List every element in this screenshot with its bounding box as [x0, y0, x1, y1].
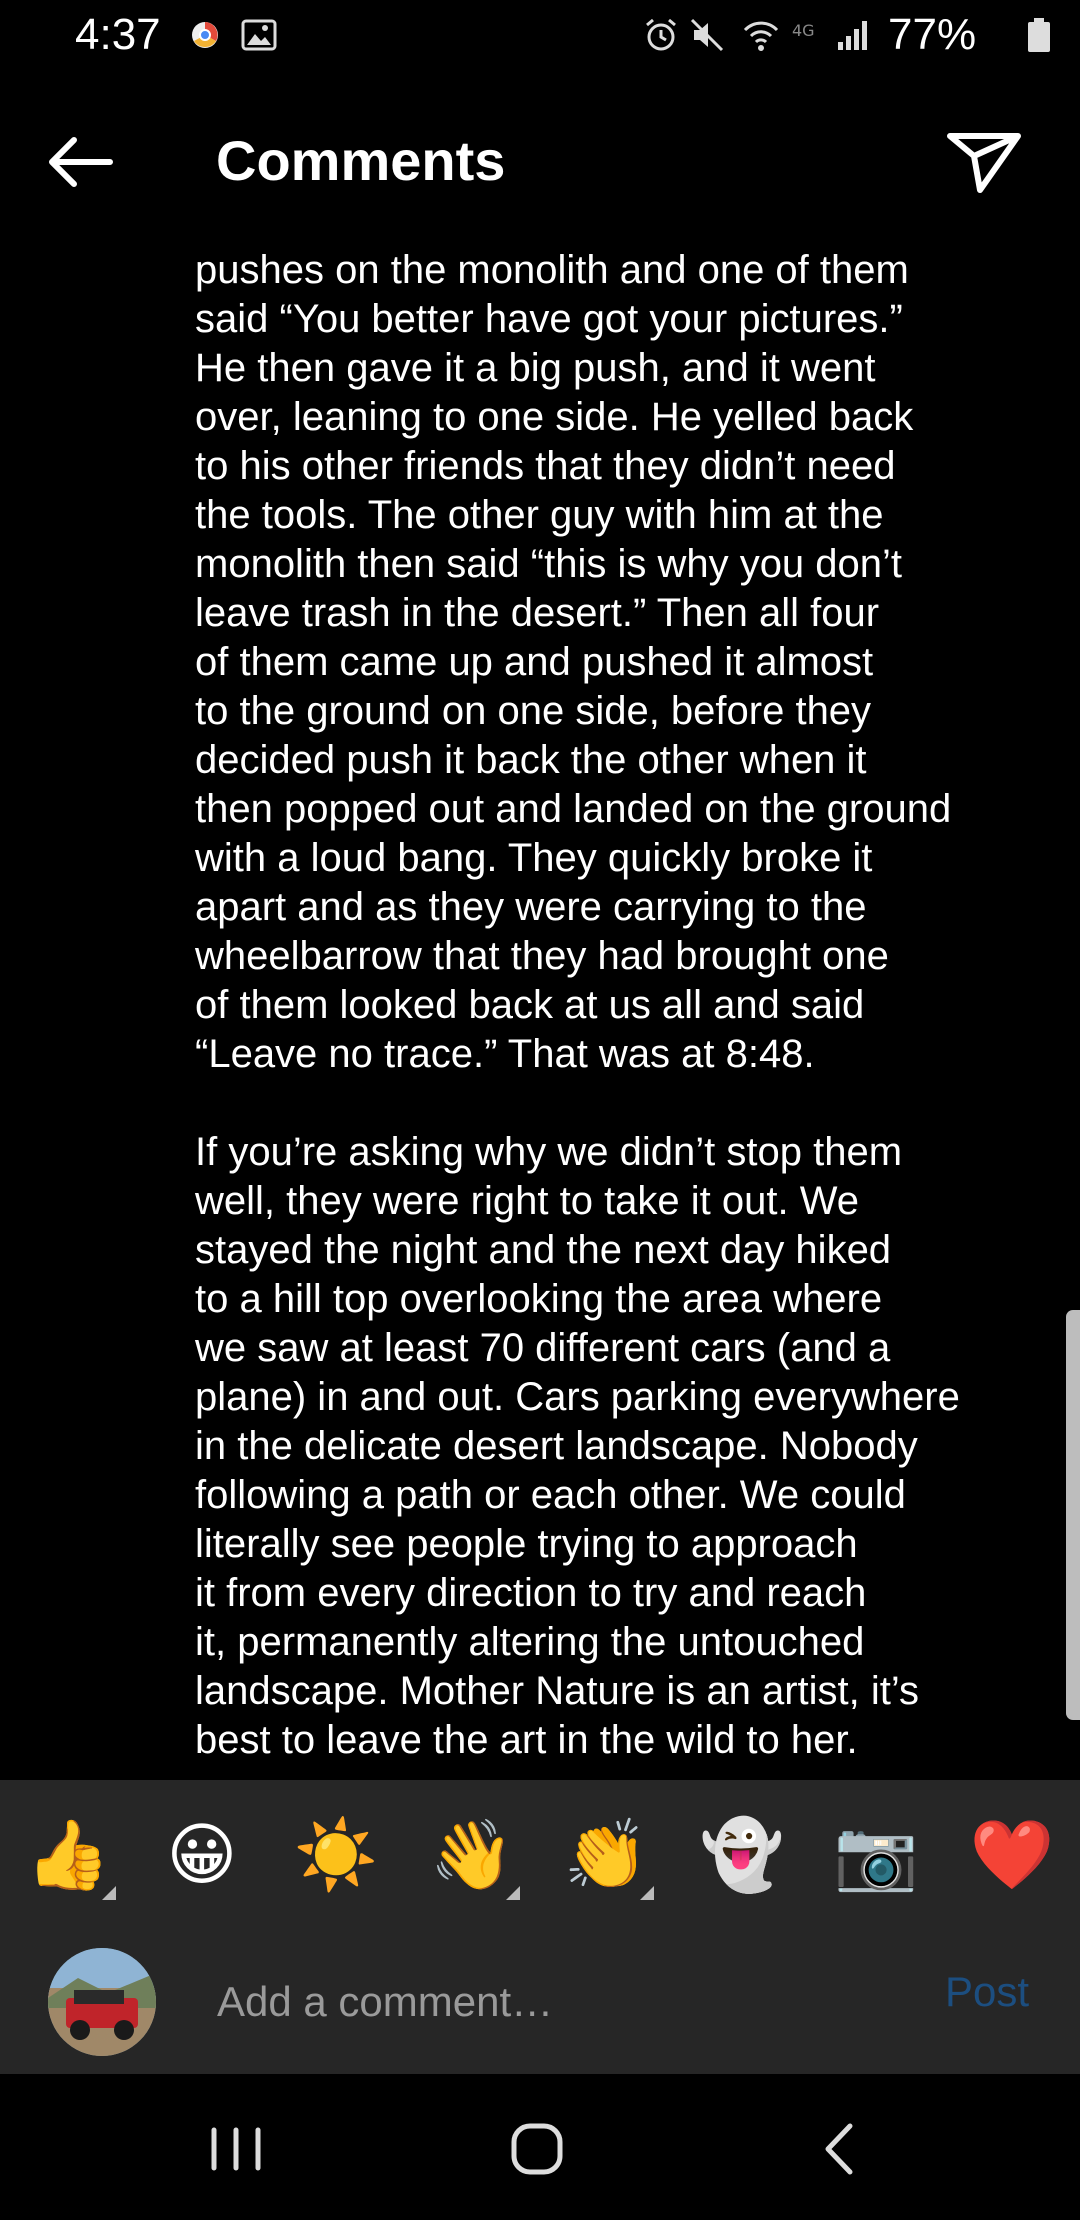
- thumbs-up-icon: 👍: [25, 1817, 111, 1893]
- back-arrow-icon[interactable]: [40, 132, 120, 192]
- camera-emoji-button[interactable]: 📷: [826, 1810, 926, 1900]
- post-button[interactable]: Post: [945, 1968, 1029, 2016]
- clapping-hands-icon: 👏: [563, 1817, 649, 1893]
- recent-apps-icon[interactable]: [196, 2114, 276, 2184]
- header: Comments: [0, 100, 1080, 230]
- sun-icon: ☀️: [293, 1817, 379, 1893]
- grinning-face-emoji-button[interactable]: 😀: [152, 1810, 252, 1900]
- sun-emoji-button[interactable]: ☀️: [286, 1810, 386, 1900]
- chrome-icon: [192, 22, 218, 48]
- back-icon[interactable]: [800, 2114, 880, 2184]
- waving-hand-icon: 👋: [429, 1817, 515, 1893]
- comment-paragraph: If you’re asking why we didn’t stop them…: [195, 1130, 960, 1762]
- thumbs-up-emoji-button[interactable]: 👍: [18, 1810, 118, 1900]
- waving-hand-emoji-button[interactable]: 👋: [422, 1810, 522, 1900]
- avatar-image: [48, 1948, 156, 2056]
- camera-icon: 📷: [833, 1817, 919, 1893]
- variants-indicator: [102, 1886, 116, 1900]
- comment-input[interactable]: [215, 1966, 919, 2038]
- clapping-hands-emoji-button[interactable]: 👏: [556, 1810, 656, 1900]
- battery-percentage: 77%: [888, 10, 977, 59]
- 4g-icon: 4G: [792, 21, 815, 40]
- add-comment-bar: Post: [0, 1926, 1080, 2074]
- variants-indicator: [506, 1886, 520, 1900]
- scrollbar[interactable]: [1066, 1310, 1080, 1720]
- home-icon[interactable]: [497, 2114, 577, 2184]
- mute-icon: [690, 18, 724, 52]
- wifi-icon: [743, 21, 779, 51]
- svg-text:4G: 4G: [792, 21, 815, 40]
- red-heart-icon: ❤️: [969, 1817, 1055, 1893]
- emoji-bar: 👍 😀 ☀️ 👋 👏 👻 📷 ❤️: [0, 1780, 1080, 1926]
- ghost-emoji-button[interactable]: 👻: [692, 1810, 792, 1900]
- status-time: 4:37: [75, 10, 161, 59]
- user-avatar[interactable]: [48, 1948, 156, 2056]
- red-heart-emoji-button[interactable]: ❤️: [962, 1810, 1062, 1900]
- alarm-icon: [646, 18, 676, 51]
- send-icon[interactable]: [944, 126, 1024, 196]
- status-bar: 4:37 4G 77%: [0, 0, 1080, 72]
- system-nav-bar: [0, 2074, 1080, 2220]
- variants-indicator: [640, 1886, 654, 1900]
- signal-icon: [838, 21, 867, 50]
- comment-text: pushes on the monolith and one of them s…: [195, 246, 1025, 1765]
- battery-icon: [1028, 18, 1050, 52]
- ghost-icon: 👻: [699, 1817, 785, 1893]
- grinning-face-icon: 😀: [166, 1817, 238, 1893]
- page-title: Comments: [216, 129, 506, 192]
- comment-paragraph: pushes on the monolith and one of them s…: [195, 248, 952, 1076]
- gallery-icon: [241, 19, 277, 51]
